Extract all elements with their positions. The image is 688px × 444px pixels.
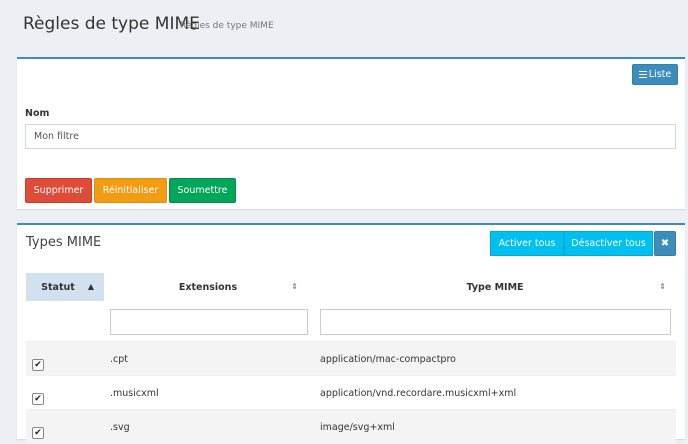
disable-all-button[interactable]: Désactiver tous [564,231,653,256]
table-header: Statut ▲ Extensions ⇕ Type MIME ⇕ [26,273,676,301]
sort-asc-icon: ▲ [87,282,94,291]
column-header-status-label: Statut [41,281,75,293]
mime-type-cell: image/svg+xml [320,421,395,433]
mime-type-cell: application/mac-compactpro [320,353,456,365]
extension-cell: .cpt [110,353,128,365]
reset-button[interactable]: Réinitialiser [94,178,167,203]
mime-types-title: Types MIME [26,235,102,250]
column-header-mime-type-label: Type MIME [466,281,524,293]
delete-button[interactable]: Supprimer [25,178,92,203]
list-button-label: Liste [648,69,672,80]
table-row: ✔ .musicxml application/vnd.recordare.mu… [26,375,676,410]
sort-icon: ⇕ [659,282,666,291]
name-label: Nom [25,108,50,119]
enable-all-button[interactable]: Activer tous [490,231,564,256]
status-checkbox[interactable]: ✔ [32,359,44,371]
sort-icon: ⇕ [291,282,298,291]
table-row: ✔ .cpt application/mac-compactpro [26,341,676,376]
mime-type-filter-input[interactable] [320,309,671,335]
extension-cell: .musicxml [110,387,159,399]
status-checkbox[interactable]: ✔ [32,427,44,439]
close-button[interactable]: ✖ [654,231,676,256]
table-row: ✔ .svg image/svg+xml [26,409,676,444]
column-header-extensions[interactable]: Extensions ⇕ [108,273,308,301]
mime-type-cell: application/vnd.recordare.musicxml+xml [320,387,517,399]
status-cell: ✔ [32,342,46,376]
filter-form-box: Liste Nom Mon filtre Supprimer Réinitial… [17,57,685,209]
column-header-extensions-label: Extensions [178,281,238,293]
list-icon [638,71,647,78]
status-checkbox[interactable]: ✔ [32,393,44,405]
check-icon: ✔ [34,359,42,370]
extension-cell: .svg [110,421,130,433]
toggle-all-button-group: Activer tous Désactiver tous [490,231,653,256]
page-subtitle: Règles de type MIME [180,21,274,31]
column-header-mime-type[interactable]: Type MIME ⇕ [314,273,676,301]
name-input[interactable]: Mon filtre [25,124,676,149]
page-header: Règles de type MIME Règles de type MIME [0,0,688,50]
extensions-filter-input[interactable] [110,309,308,335]
close-icon: ✖ [660,238,670,249]
check-icon: ✔ [34,393,42,404]
status-cell: ✔ [32,410,46,444]
submit-button[interactable]: Soumettre [169,178,236,203]
page-title: Règles de type MIME [23,14,200,34]
status-cell: ✔ [32,376,46,410]
column-header-status[interactable]: Statut ▲ [26,273,104,301]
mime-types-box: Types MIME Activer tous Désactiver tous … [17,223,685,444]
list-button[interactable]: Liste [632,64,678,85]
check-icon: ✔ [34,427,42,438]
